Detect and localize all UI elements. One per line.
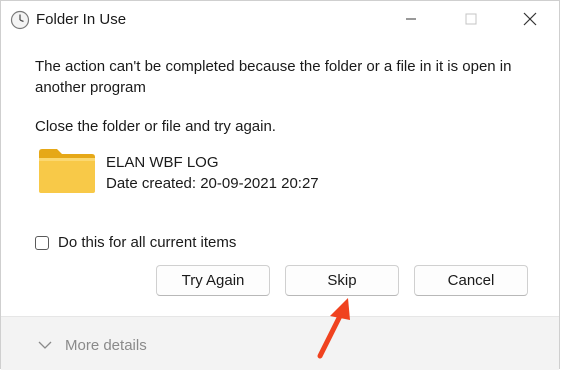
close-button[interactable] [507, 1, 553, 41]
apply-to-all-option[interactable]: Do this for all current items [35, 234, 236, 251]
window-title: Folder In Use [36, 11, 127, 28]
maximize-button [448, 1, 494, 41]
chevron-down-icon[interactable] [38, 337, 52, 349]
minimize-button[interactable] [388, 1, 434, 41]
minimize-icon [405, 12, 417, 30]
more-details-toggle[interactable]: More details [65, 337, 147, 354]
try-again-button[interactable]: Try Again [156, 265, 270, 296]
folder-in-use-dialog: Folder In Use The action can't be comple… [0, 0, 560, 370]
error-message: The action can't be completed because th… [35, 58, 512, 96]
cancel-button[interactable]: Cancel [414, 265, 528, 296]
title-bar[interactable]: Folder In Use [1, 1, 559, 41]
apply-to-all-label[interactable]: Do this for all current items [58, 234, 236, 251]
file-name: ELAN WBF LOG [106, 154, 219, 171]
folder-icon [37, 146, 97, 196]
apply-to-all-checkbox[interactable] [35, 235, 49, 250]
clock-icon [10, 10, 30, 30]
red-pointer-arrow-icon [310, 294, 360, 364]
file-date-created: Date created: 20-09-2021 20:27 [106, 175, 319, 192]
skip-button[interactable]: Skip [285, 265, 399, 296]
dialog-footer: More details [1, 316, 559, 370]
maximize-icon [465, 12, 477, 30]
close-icon [523, 12, 537, 31]
instruction-text: Close the folder or file and try again. [35, 118, 276, 135]
